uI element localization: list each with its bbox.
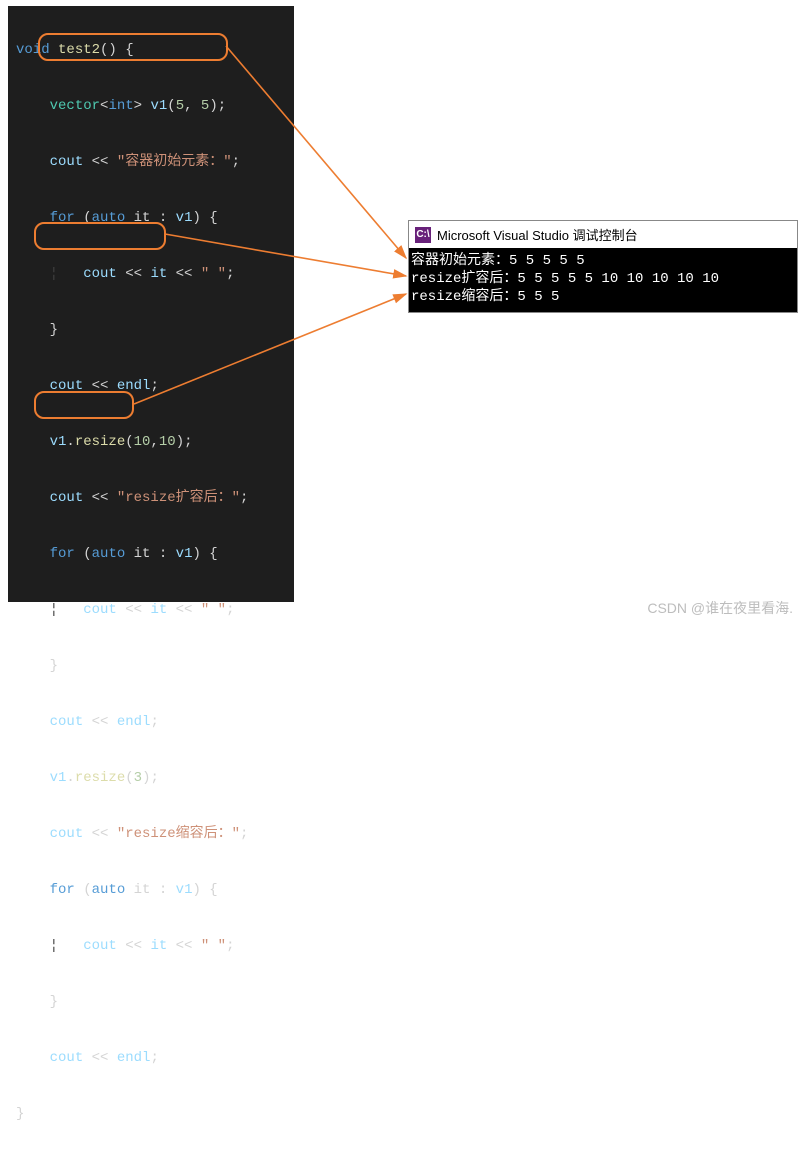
code-line: ¦ cout << it << " ";	[12, 260, 294, 288]
code-line: vector<int> v1(5, 5);	[12, 92, 294, 120]
debug-console: C:\ Microsoft Visual Studio 调试控制台 容器初始元素…	[408, 220, 798, 313]
code-line: cout << endl;	[12, 708, 294, 736]
code-line: cout << endl;	[12, 1044, 294, 1072]
code-line: cout << "resize缩容后：";	[12, 820, 294, 848]
code-line: cout << "容器初始元素：";	[12, 148, 294, 176]
code-line: ¦ cout << it << " ";	[12, 932, 294, 960]
code-line: }	[12, 652, 294, 680]
code-line: }	[12, 316, 294, 344]
vs-icon: C:\	[415, 227, 431, 243]
code-line: for (auto it : v1) {	[12, 876, 294, 904]
code-line: void test2() {	[12, 36, 294, 64]
console-title-text: Microsoft Visual Studio 调试控制台	[437, 225, 638, 244]
code-line: }	[12, 1100, 294, 1128]
code-line: for (auto it : v1) {	[12, 204, 294, 232]
code-line: v1.resize(10,10);	[12, 428, 294, 456]
console-output: 容器初始元素：5 5 5 5 5 resize扩容后：5 5 5 5 5 10 …	[409, 248, 797, 312]
code-line: cout << endl;	[12, 372, 294, 400]
watermark: CSDN @谁在夜里看海.	[647, 598, 793, 618]
code-editor: void test2() { vector<int> v1(5, 5); cou…	[8, 6, 294, 602]
code-line: cout << "resize扩容后：";	[12, 484, 294, 512]
code-line: for (auto it : v1) {	[12, 540, 294, 568]
code-line: ¦ cout << it << " ";	[12, 596, 294, 624]
code-line: }	[12, 988, 294, 1016]
console-titlebar: C:\ Microsoft Visual Studio 调试控制台	[409, 221, 797, 248]
code-line: v1.resize(3);	[12, 764, 294, 792]
